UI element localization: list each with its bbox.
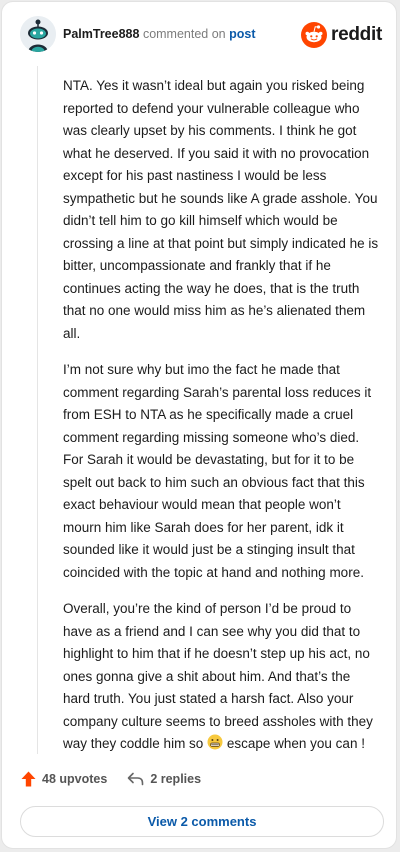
post-link[interactable]: post <box>229 27 255 41</box>
thread-line[interactable] <box>37 66 38 754</box>
upvote-button[interactable]: 48 upvotes <box>21 771 107 787</box>
snoo-avatar-icon <box>20 16 56 52</box>
comment-body: NTA. Yes it wasn’t ideal but again you r… <box>63 75 379 772</box>
reply-count: 2 replies <box>150 772 202 786</box>
upvote-arrow-icon <box>21 771 36 787</box>
action-text: commented on <box>142 27 226 41</box>
comment-actions: 48 upvotes 2 replies <box>21 768 201 790</box>
comment-paragraph: NTA. Yes it wasn’t ideal but again you r… <box>63 78 379 341</box>
reply-arrow-icon <box>128 772 144 786</box>
reddit-brand[interactable]: reddit <box>301 22 382 48</box>
username-link[interactable]: PalmTree888 <box>63 27 139 41</box>
paragraph-text: escape when you can ! <box>226 736 365 751</box>
view-comments-button[interactable]: View 2 comments <box>20 806 384 837</box>
comment-paragraph: I’m not sure why but imo the fact he mad… <box>63 362 372 580</box>
upvote-count: 48 upvotes <box>42 772 108 786</box>
comment-header: PalmTree888 commented on post reddit <box>20 16 382 54</box>
comment-card: PalmTree888 commented on post reddit NTA… <box>1 1 397 849</box>
paragraph-text: Overall, you’re the kind of person I’d b… <box>63 601 373 751</box>
grimacing-face-icon <box>207 734 223 758</box>
reddit-logo-icon <box>301 22 328 48</box>
comment-paragraph: Overall, you’re the kind of person I’d b… <box>63 598 379 758</box>
comment-meta: PalmTree888 commented on post <box>63 27 256 41</box>
avatar[interactable] <box>20 16 56 52</box>
reddit-wordmark: reddit <box>331 24 382 45</box>
reply-button[interactable]: 2 replies <box>127 772 201 786</box>
